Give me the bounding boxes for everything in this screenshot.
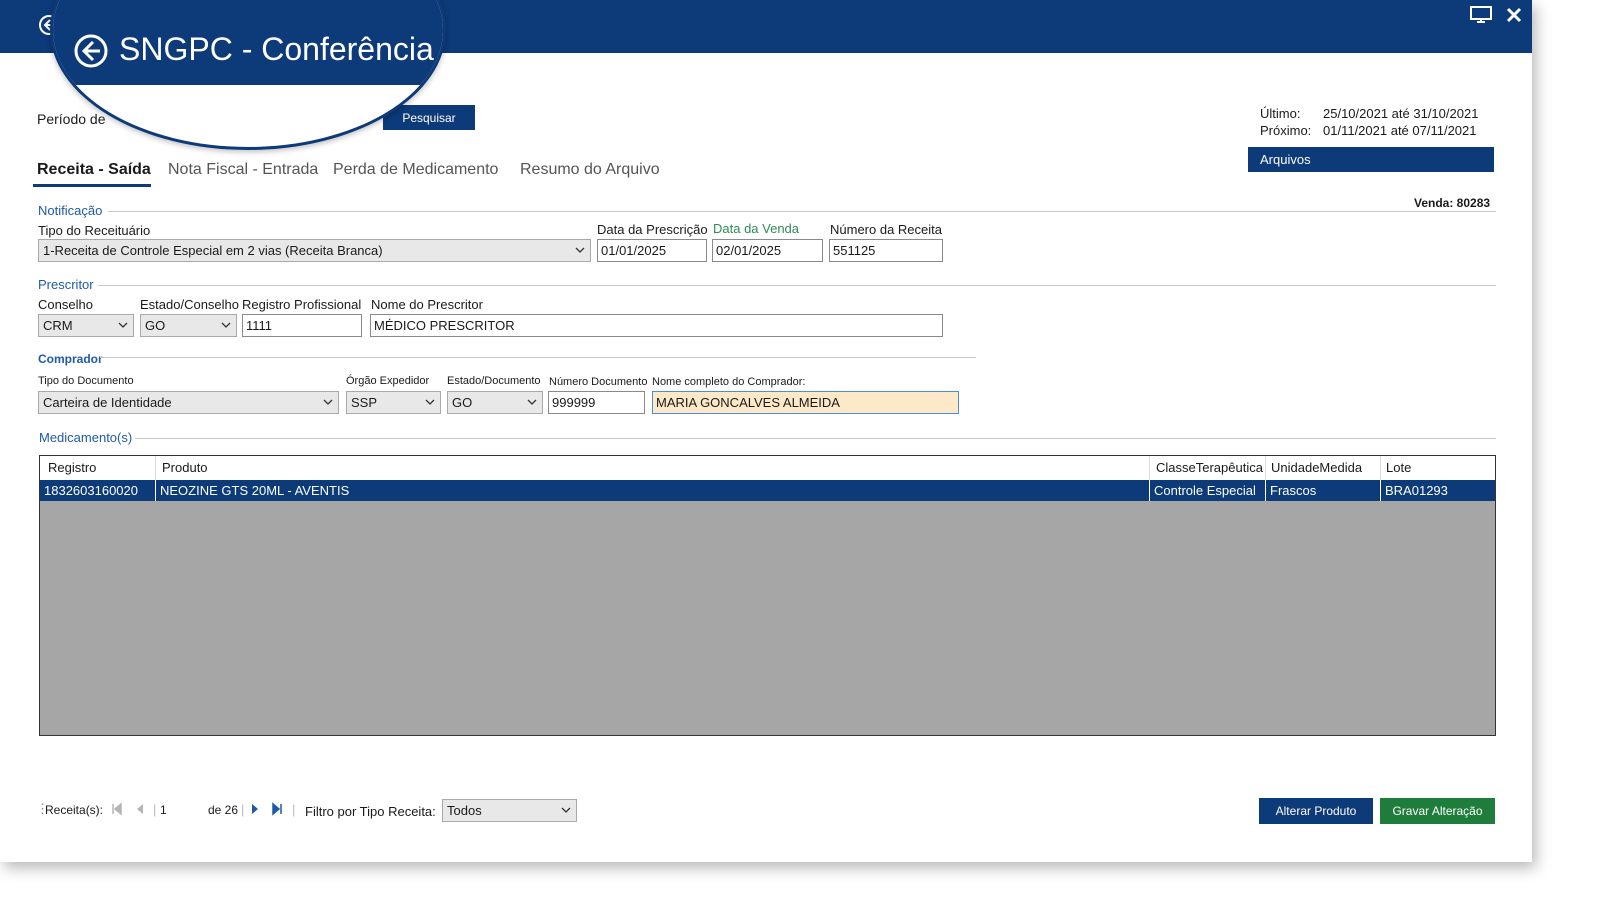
previous-page-icon[interactable] — [133, 802, 147, 816]
divider — [108, 211, 1496, 212]
chevron-down-icon — [561, 807, 571, 813]
numero-receita-label: Número da Receita — [830, 222, 942, 237]
tab-perda-medicamento[interactable]: Perda de Medicamento — [333, 161, 498, 179]
table-row[interactable]: 1832603160020 NEOZINE GTS 20ML - AVENTIS… — [40, 480, 1495, 501]
orgao-expedidor-label: Órgão Expedidor — [346, 375, 430, 387]
conselho-label: Conselho — [38, 297, 93, 312]
pager-separator: | — [153, 802, 157, 817]
estado-documento-select[interactable]: GO — [447, 391, 543, 414]
data-prescricao-input[interactable]: 01/01/2025 — [597, 239, 707, 262]
page-total: de 26 — [208, 803, 239, 817]
orgao-expedidor-value: SSP — [351, 395, 378, 410]
back-arrow-icon-large[interactable] — [73, 33, 109, 69]
filtro-label: Filtro por Tipo Receita: — [305, 804, 436, 819]
pager-separator: | — [241, 802, 245, 817]
section-prescritor: Prescritor — [38, 277, 94, 292]
next-page-icon[interactable] — [248, 802, 262, 816]
tipo-documento-label: Tipo do Documento — [38, 375, 134, 387]
chevron-down-icon — [575, 247, 585, 253]
grid-header: Registro Produto ClasseTerapêutica Unida… — [40, 456, 1495, 480]
alterar-produto-button[interactable]: Alterar Produto — [1259, 798, 1373, 824]
cell-classe: Controle Especial — [1150, 480, 1266, 501]
column-header-lote[interactable]: Lote — [1381, 456, 1495, 480]
section-notificacao: Notificação — [38, 203, 103, 218]
last-page-icon[interactable] — [270, 802, 284, 816]
column-header-produto[interactable]: Produto — [156, 456, 1150, 480]
tipo-documento-value: Carteira de Identidade — [43, 395, 172, 410]
section-medicamentos: Medicamento(s) — [39, 430, 133, 445]
orgao-expedidor-select[interactable]: SSP — [346, 391, 441, 414]
estado-conselho-value: GO — [145, 318, 166, 333]
conselho-value: CRM — [43, 318, 73, 333]
tab-nota-fiscal-entrada[interactable]: Nota Fiscal - Entrada — [168, 161, 318, 179]
chevron-down-icon — [221, 322, 231, 328]
divider — [98, 285, 1496, 286]
divider — [135, 438, 1496, 439]
next-value: 01/11/2021 até 07/11/2021 — [1323, 123, 1477, 138]
period-label: Período de — [37, 111, 106, 127]
cell-unidade: Frascos — [1266, 480, 1381, 501]
divider — [100, 357, 976, 358]
monitor-icon[interactable] — [1470, 6, 1492, 24]
tipo-documento-select[interactable]: Carteira de Identidade — [38, 391, 339, 414]
registro-profissional-input[interactable]: 1111 — [242, 314, 362, 337]
column-header-unidade[interactable]: UnidadeMedida — [1266, 456, 1381, 480]
estado-documento-value: GO — [452, 395, 473, 410]
column-header-registro[interactable]: Registro — [40, 456, 156, 480]
page-number-input[interactable]: 1 — [160, 803, 204, 817]
receitas-label: Receita(s): — [45, 803, 104, 817]
last-label: Último: — [1260, 106, 1301, 121]
tab-resumo-arquivo[interactable]: Resumo do Arquivo — [520, 161, 660, 179]
registro-profissional-label: Registro Profissional — [242, 297, 362, 312]
nome-prescritor-label: Nome do Prescritor — [371, 297, 483, 312]
next-label: Próximo: — [1260, 123, 1312, 138]
nome-prescritor-input[interactable]: MÉDICO PRESCRITOR — [370, 314, 943, 337]
cell-lote: BRA01293 — [1385, 483, 1448, 498]
nome-comprador-input[interactable]: MARIA GONCALVES ALMEIDA — [652, 391, 959, 414]
column-header-classe[interactable]: ClasseTerapêutica — [1150, 456, 1266, 480]
app-window: Período de Pesquisar SNGPC - Conferência… — [0, 0, 1532, 862]
numero-documento-input[interactable]: 999999 — [548, 391, 645, 414]
pager-separator: | — [292, 802, 296, 817]
estado-conselho-select[interactable]: GO — [140, 314, 237, 337]
filtro-value: Todos — [447, 803, 482, 818]
page-title: SNGPC - Conferência — [119, 31, 434, 67]
chevron-down-icon — [118, 322, 128, 328]
filtro-select[interactable]: Todos — [442, 799, 577, 822]
files-button[interactable]: Arquivos — [1248, 147, 1494, 172]
last-value: 25/10/2021 até 31/10/2021 — [1323, 106, 1479, 121]
tipo-receituario-value: 1-Receita de Controle Especial em 2 vias… — [43, 243, 383, 258]
conselho-select[interactable]: CRM — [38, 314, 134, 337]
chevron-down-icon — [527, 399, 537, 405]
chevron-down-icon — [425, 399, 435, 405]
first-page-icon[interactable] — [110, 802, 124, 816]
medicamentos-grid[interactable]: Registro Produto ClasseTerapêutica Unida… — [39, 455, 1496, 736]
nome-comprador-label: Nome completo do Comprador: — [652, 376, 806, 388]
sale-number: Venda: 80283 — [1414, 196, 1491, 210]
data-venda-input[interactable]: 02/01/2025 — [712, 239, 823, 262]
data-prescricao-label: Data da Prescrição — [597, 222, 708, 237]
gravar-alteracao-button[interactable]: Gravar Alteração — [1380, 798, 1495, 824]
cell-registro: 1832603160020 — [40, 480, 156, 501]
estado-conselho-label: Estado/Conselho — [140, 297, 240, 312]
tab-receita-saida[interactable]: Receita - Saída — [37, 161, 151, 179]
numero-receita-input[interactable]: 551125 — [829, 239, 943, 262]
tipo-receituario-select[interactable]: 1-Receita de Controle Especial em 2 vias… — [38, 239, 591, 262]
cell-produto: NEOZINE GTS 20ML - AVENTIS — [156, 480, 1150, 501]
estado-documento-label: Estado/Documento — [447, 375, 541, 387]
tipo-receituario-label: Tipo do Receituário — [38, 223, 151, 238]
data-venda-label: Data da Venda — [713, 221, 800, 236]
close-icon[interactable] — [1506, 7, 1522, 23]
numero-documento-label: Número Documento — [549, 376, 648, 388]
section-comprador: Comprador — [38, 352, 103, 366]
active-tab-indicator — [33, 184, 151, 187]
chevron-down-icon — [323, 399, 333, 405]
